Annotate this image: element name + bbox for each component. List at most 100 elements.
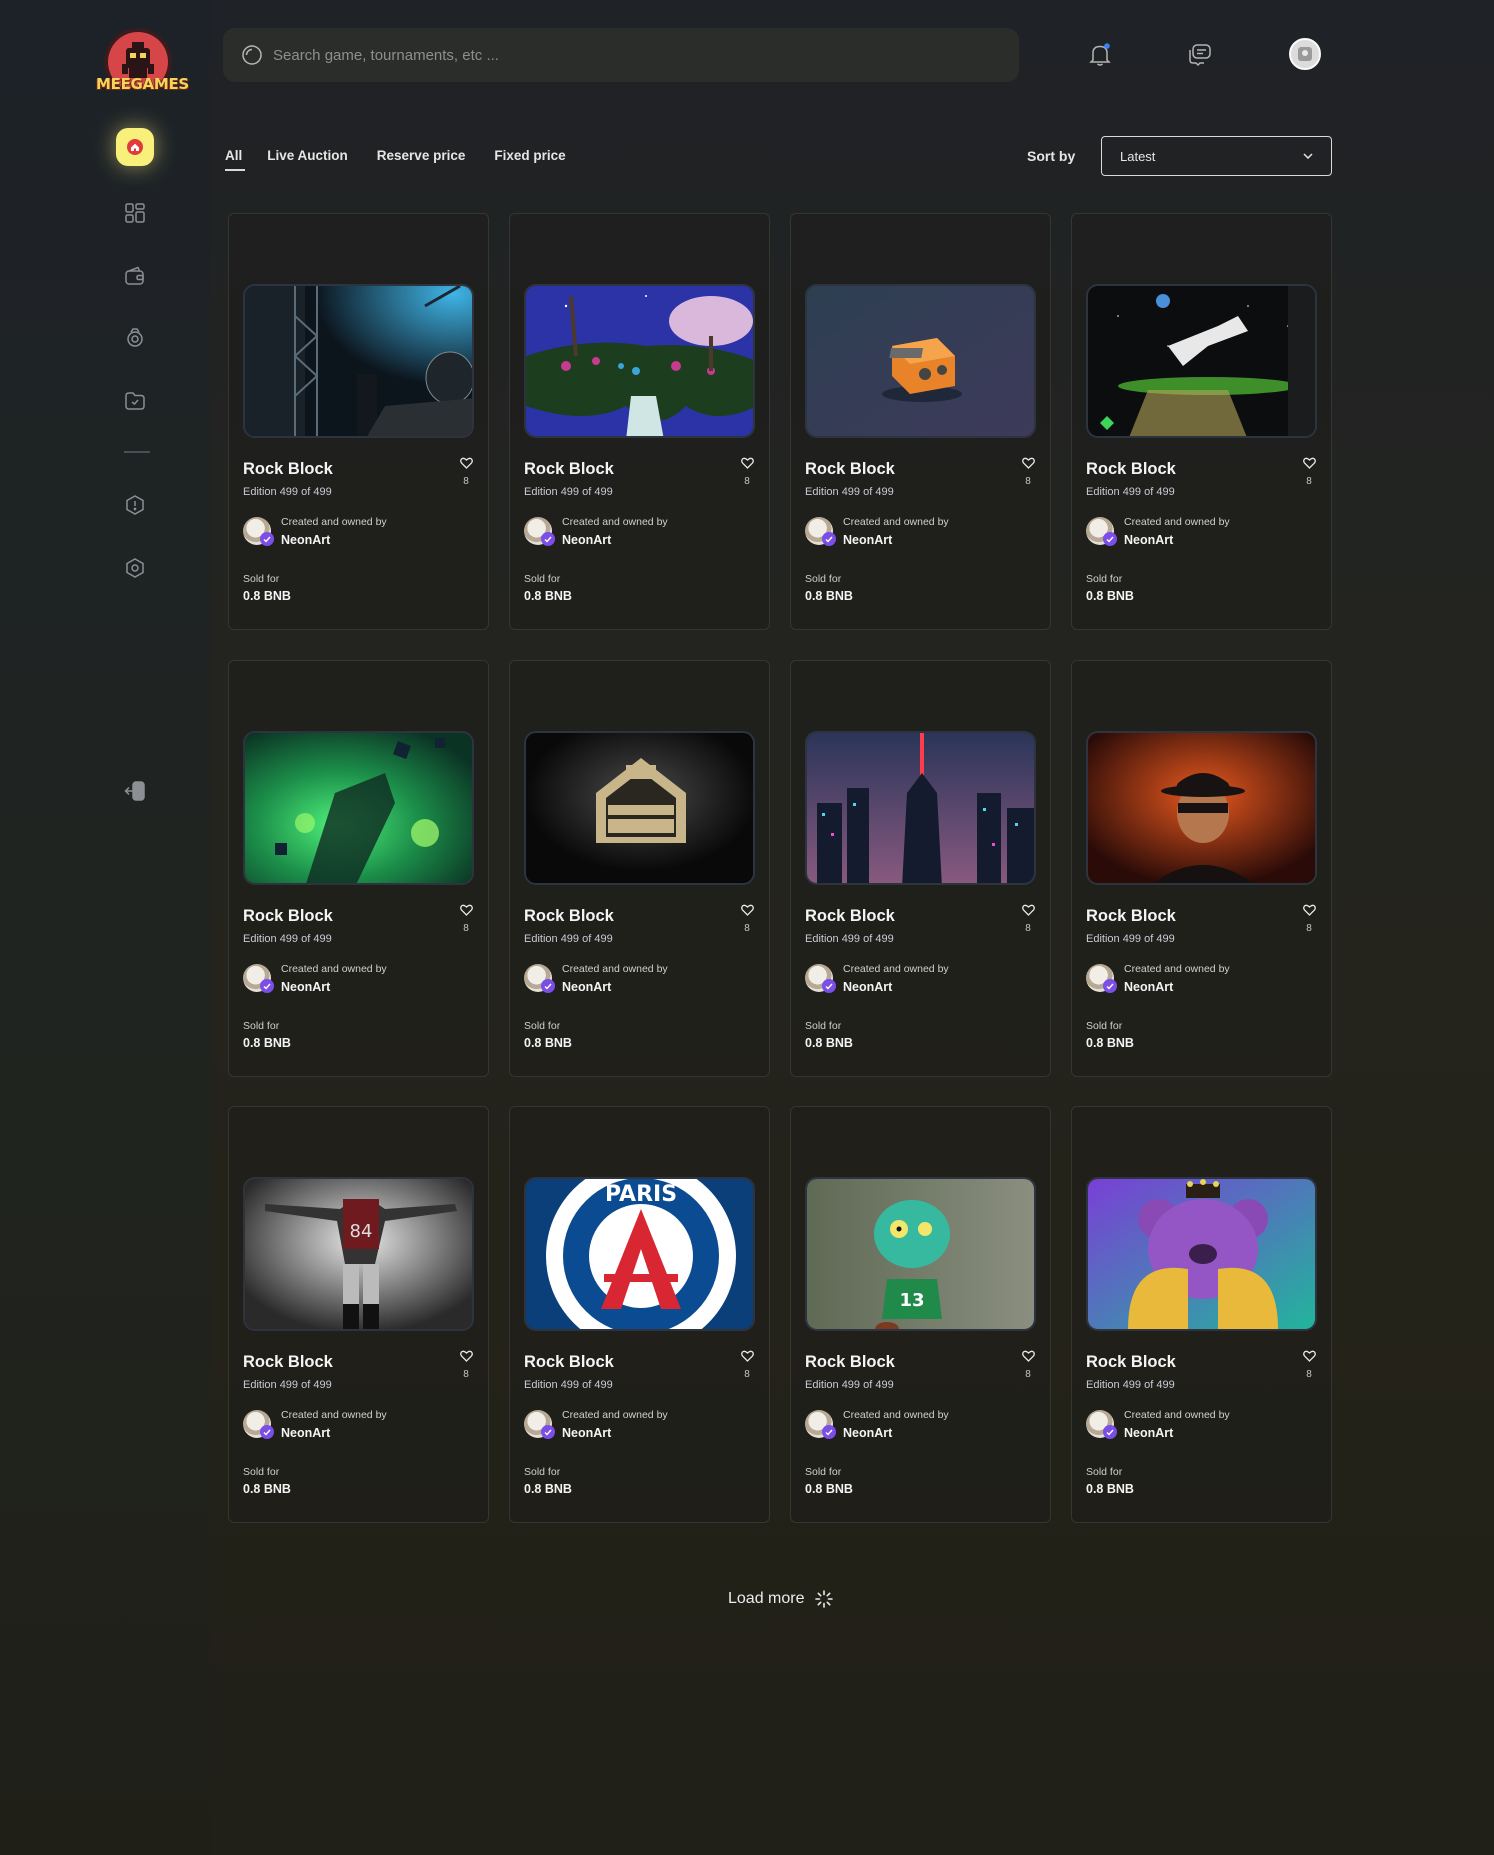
creator-name[interactable]: NeonArt [281,533,330,547]
sold-label: Sold for [805,1466,842,1478]
messages-button[interactable] [1183,38,1217,72]
like-button[interactable]: 8 [740,1349,754,1380]
creator-avatar[interactable] [1086,1410,1117,1439]
like-button[interactable]: 8 [459,1349,473,1380]
creator-name[interactable]: NeonArt [1124,533,1173,547]
creator-avatar[interactable] [805,964,836,993]
creator-name[interactable]: NeonArt [281,980,330,994]
concert-stage-artwork [245,286,472,436]
search-bar[interactable] [223,28,1019,82]
sold-label: Sold for [1086,1020,1123,1032]
tab-fixed-price[interactable]: Fixed price [494,148,565,171]
creator-avatar[interactable] [1086,964,1117,993]
nft-card[interactable]: Rock Block Edition 499 of 499 8 Created … [509,213,770,630]
tournament-icon [127,328,143,347]
nft-title: Rock Block [524,460,614,478]
nft-edition: Edition 499 of 499 [805,933,894,945]
nft-card[interactable]: Rock Block Edition 499 of 499 8 Created … [1071,660,1332,1077]
like-button[interactable]: 8 [1302,903,1316,934]
verified-badge-icon [260,1425,274,1439]
creator-avatar[interactable] [1086,517,1117,546]
creator-name[interactable]: NeonArt [1124,980,1173,994]
spinner-icon [814,1590,833,1608]
creator-name[interactable]: NeonArt [843,1426,892,1440]
tab-reserve-price[interactable]: Reserve price [377,148,466,171]
sort-dropdown[interactable]: Latest [1101,136,1332,176]
nft-card[interactable]: Rock Block Edition 499 of 499 8 Created … [509,660,770,1077]
svg-text:13: 13 [899,1290,924,1311]
sold-price: 0.8 BNB [805,1482,853,1496]
creator-avatar[interactable] [805,517,836,546]
sidebar-item-folder[interactable] [116,382,154,420]
heart-icon [740,1350,754,1362]
creator-label: Created and owned by [1124,963,1230,975]
nft-card[interactable]: Rock Block Edition 499 of 499 8 Created … [228,660,489,1077]
nft-card[interactable]: Rock Block Edition 499 of 499 8 Created … [790,213,1051,630]
like-button[interactable]: 8 [1021,456,1035,487]
football-player-artwork: 84 [245,1179,472,1329]
like-button[interactable]: 8 [1302,1349,1316,1380]
sidebar-item-dashboard[interactable] [116,194,154,232]
nft-card[interactable]: 13 Rock Block Edition 499 of 499 8 Creat… [790,1106,1051,1523]
like-button[interactable]: 8 [459,903,473,934]
creator-label: Created and owned by [562,1409,668,1421]
creator-avatar[interactable] [243,1410,274,1439]
nft-card[interactable]: 84 Rock Block Edition 499 of 499 8 Creat… [228,1106,489,1523]
user-avatar[interactable] [1289,38,1321,70]
sidebar-item-tournaments[interactable] [116,319,154,357]
creator-name[interactable]: NeonArt [843,980,892,994]
meegames-logo[interactable]: MEEGAMES [96,28,189,100]
like-button[interactable]: 8 [459,456,473,487]
creator-name[interactable]: NeonArt [1124,1426,1173,1440]
nft-edition: Edition 499 of 499 [524,933,613,945]
like-count: 8 [744,1369,750,1380]
verified-badge-icon [260,532,274,546]
nft-edition: Edition 499 of 499 [805,1379,894,1391]
green-explosion-artwork [245,733,472,883]
creator-name[interactable]: NeonArt [281,1426,330,1440]
sidebar-divider [124,451,150,453]
like-button[interactable]: 8 [740,903,754,934]
nft-card[interactable]: Rock Block Edition 499 of 499 8 Created … [790,660,1051,1077]
sold-label: Sold for [1086,573,1123,585]
like-button[interactable]: 8 [1021,1349,1035,1380]
load-more-button[interactable]: Load more [728,1590,833,1608]
sidebar-item-settings[interactable] [116,549,154,587]
like-button[interactable]: 8 [1021,903,1035,934]
nft-edition: Edition 499 of 499 [524,486,613,498]
nft-card[interactable]: Rock Block Edition 499 of 499 8 Created … [1071,1106,1332,1523]
sidebar-item-logout[interactable] [116,772,154,810]
nft-edition: Edition 499 of 499 [524,1379,613,1391]
creator-name[interactable]: NeonArt [562,533,611,547]
nft-card[interactable]: Rock Block Edition 499 of 499 8 Created … [1071,213,1332,630]
nft-card[interactable]: Rock Block Edition 499 of 499 8 Created … [228,213,489,630]
sold-price: 0.8 BNB [524,1036,572,1050]
creator-avatar[interactable] [524,1410,555,1439]
nft-image [1086,284,1317,438]
sold-price: 0.8 BNB [524,589,572,603]
creator-avatar[interactable] [524,517,555,546]
sidebar-item-wallet[interactable] [116,257,154,295]
like-button[interactable]: 8 [1302,456,1316,487]
tab-all[interactable]: All [225,148,246,171]
creator-avatar[interactable] [243,964,274,993]
sidebar-item-home[interactable] [116,128,154,166]
notification-button[interactable] [1083,38,1117,72]
creator-name[interactable]: NeonArt [562,980,611,994]
creator-avatar[interactable] [524,964,555,993]
neon-city-artwork [807,733,1034,883]
sold-price: 0.8 BNB [1086,1036,1134,1050]
creator-name[interactable]: NeonArt [562,1426,611,1440]
heart-icon [1021,457,1035,469]
sidebar-item-alert[interactable] [116,486,154,524]
search-input[interactable] [273,46,973,64]
creator-name[interactable]: NeonArt [843,533,892,547]
creator-label: Created and owned by [281,516,387,528]
nft-card[interactable]: PARIS Rock Block Edition 499 of 499 8 Cr… [509,1106,770,1523]
like-button[interactable]: 8 [740,456,754,487]
sold-label: Sold for [805,573,842,585]
zombie-player-artwork: 13 [807,1179,1034,1329]
creator-avatar[interactable] [805,1410,836,1439]
creator-avatar[interactable] [243,517,274,546]
tab-live-auction[interactable]: Live Auction [267,148,348,171]
